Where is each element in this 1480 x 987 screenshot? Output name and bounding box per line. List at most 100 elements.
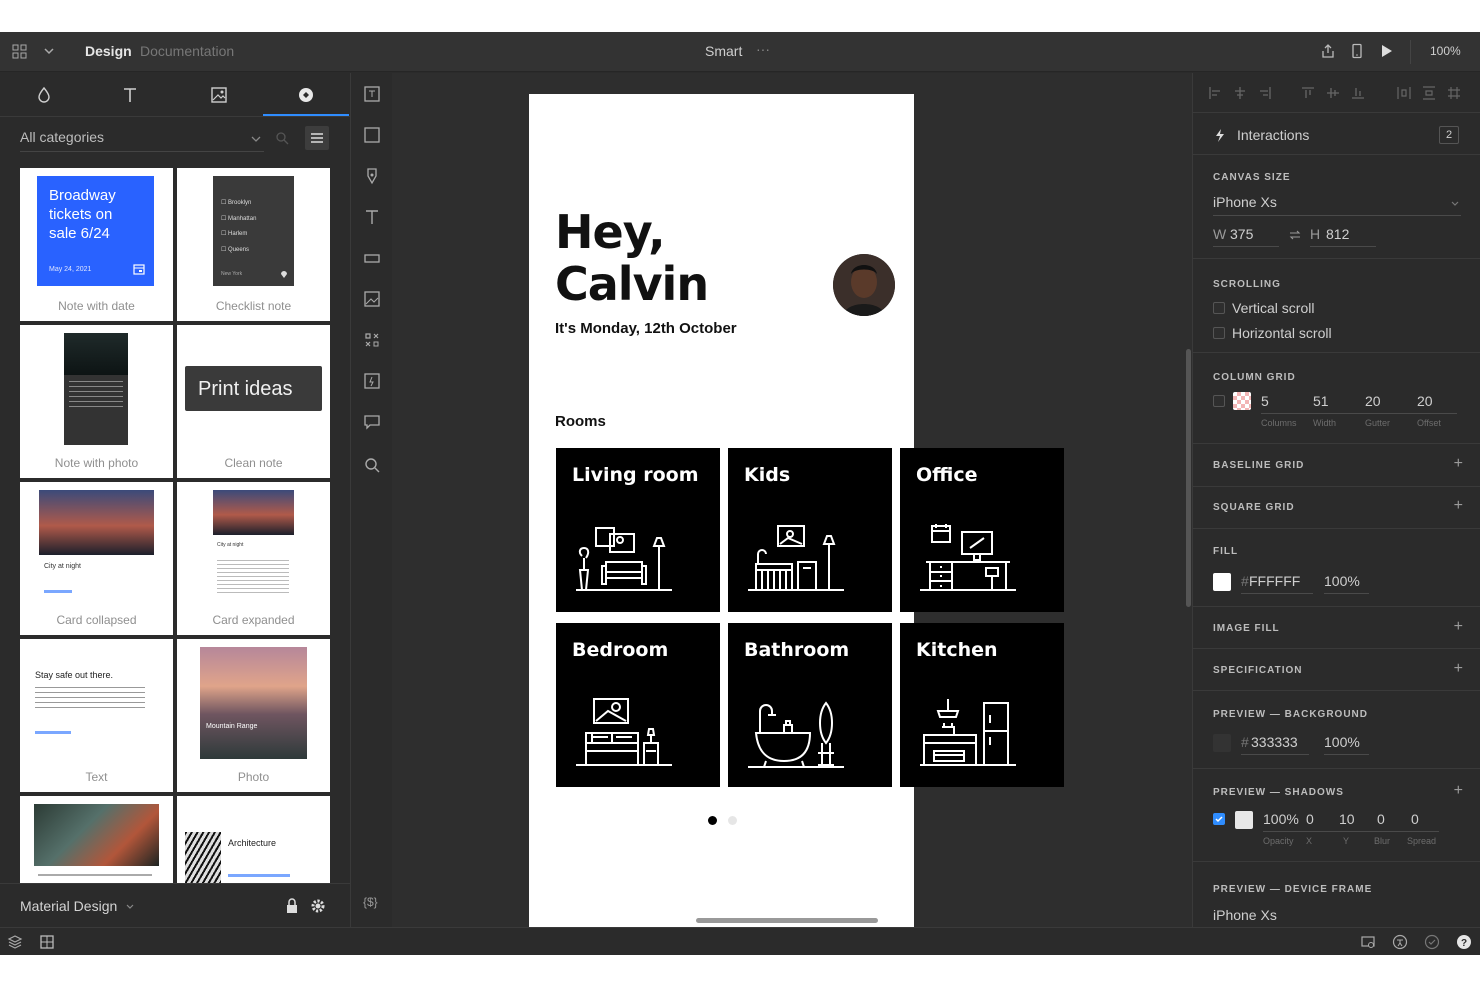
baseline-grid-section[interactable]: BASELINE GRID +: [1193, 444, 1480, 487]
align-top-icon[interactable]: [1301, 86, 1315, 100]
component-tile-card-expanded[interactable]: City at night Card expanded: [177, 482, 330, 635]
component-tile-card-collapsed[interactable]: City at night Card collapsed: [20, 482, 173, 635]
chevron-down-icon[interactable]: [1450, 199, 1460, 209]
status-check-icon[interactable]: [1424, 934, 1440, 950]
component-tool-icon[interactable]: [362, 330, 382, 350]
fill-color-swatch[interactable]: [1213, 573, 1231, 591]
component-tile-note-with-date[interactable]: Broadway tickets on sale 6/24 May 24, 20…: [20, 168, 173, 321]
page-dot[interactable]: [728, 816, 737, 825]
horizontal-scroll-checkbox[interactable]: [1213, 327, 1225, 339]
component-tile-checklist-note[interactable]: ☐ Brooklyn ☐ Manhattan ☐ Harlem ☐ Queens…: [177, 168, 330, 321]
mode-documentation-tab[interactable]: Documentation: [140, 43, 234, 59]
pen-tool-icon[interactable]: [362, 166, 382, 186]
shadow-y-input[interactable]: 10: [1339, 811, 1355, 827]
align-bottom-icon[interactable]: [1351, 86, 1365, 100]
align-middle-icon[interactable]: [1326, 86, 1340, 100]
add-shadow-button[interactable]: +: [1454, 782, 1463, 800]
link-dimensions-icon[interactable]: [1289, 229, 1301, 241]
preview-settings-icon[interactable]: [1360, 934, 1376, 950]
search-icon[interactable]: [275, 131, 289, 145]
search-icon[interactable]: [362, 455, 382, 475]
distribute-vertical-icon[interactable]: [1422, 86, 1436, 100]
layers-icon[interactable]: [7, 934, 23, 950]
lock-icon[interactable]: [285, 898, 299, 914]
accessibility-icon[interactable]: [1392, 934, 1408, 950]
text-styles-icon[interactable]: [120, 85, 140, 105]
interactions-section[interactable]: Interactions 2: [1193, 114, 1480, 155]
comment-tool-icon[interactable]: [362, 412, 382, 432]
component-tile-photo-caption[interactable]: [20, 796, 173, 883]
add-square-grid-button[interactable]: +: [1454, 497, 1463, 515]
preview-background-hex-input[interactable]: 333333: [1251, 734, 1298, 750]
play-icon[interactable]: [1378, 43, 1394, 59]
shadow-spread-input[interactable]: 0: [1411, 811, 1419, 827]
chevron-down-icon[interactable]: [250, 133, 262, 145]
shadow-blur-input[interactable]: 0: [1377, 811, 1385, 827]
share-icon[interactable]: [1320, 43, 1336, 59]
preview-background-opacity-input[interactable]: 100%: [1324, 734, 1360, 750]
components-icon[interactable]: [296, 85, 316, 105]
shadow-opacity-input[interactable]: 100%: [1263, 811, 1299, 827]
add-image-fill-button[interactable]: +: [1454, 618, 1463, 636]
device-select[interactable]: iPhone Xs: [1213, 194, 1277, 210]
shadow-color-swatch[interactable]: [1235, 811, 1253, 829]
document-title[interactable]: Smart: [705, 43, 742, 59]
list-view-button[interactable]: [305, 126, 329, 150]
chevron-down-icon[interactable]: [125, 902, 135, 912]
add-baseline-grid-button[interactable]: +: [1454, 455, 1463, 473]
device-preview-icon[interactable]: [1349, 43, 1365, 59]
align-left-icon[interactable]: [1208, 86, 1222, 100]
square-grid-section[interactable]: SQUARE GRID +: [1193, 487, 1480, 529]
room-card-bathroom[interactable]: Bathroom: [728, 623, 892, 787]
mode-design-tab[interactable]: Design: [85, 43, 132, 59]
column-grid-checkbox[interactable]: [1213, 395, 1225, 407]
zoom-level[interactable]: 100%: [1430, 44, 1461, 58]
category-select[interactable]: All categories: [20, 129, 104, 145]
gear-icon[interactable]: [310, 898, 326, 914]
help-icon[interactable]: ?: [1456, 934, 1472, 950]
gutter-input[interactable]: 20: [1365, 393, 1381, 409]
device-frame-select[interactable]: iPhone Xs: [1213, 907, 1277, 923]
height-input[interactable]: 812: [1326, 226, 1349, 242]
apps-grid-icon[interactable]: [12, 44, 28, 60]
component-tile-note-with-photo[interactable]: Note with photo: [20, 325, 173, 478]
page-dot-active[interactable]: [708, 816, 717, 825]
component-tile-architecture[interactable]: Architecture: [177, 796, 330, 883]
color-drop-icon[interactable]: [34, 85, 54, 105]
artboard-tool-icon[interactable]: [362, 84, 382, 104]
text-tool-icon[interactable]: [362, 207, 382, 227]
shadow-x-input[interactable]: 0: [1306, 811, 1314, 827]
image-assets-icon[interactable]: [209, 85, 229, 105]
width-input[interactable]: 375: [1230, 226, 1253, 242]
shadow-enabled-checkbox[interactable]: [1213, 813, 1225, 825]
document-more-button[interactable]: ···: [756, 41, 770, 57]
component-tile-clean-note[interactable]: Print ideas Clean note: [177, 325, 330, 478]
room-card-kitchen[interactable]: Kitchen: [900, 623, 1064, 787]
component-tile-photo[interactable]: Mountain Range Photo: [177, 639, 330, 792]
fill-hex-input[interactable]: FFFFFF: [1249, 573, 1300, 589]
tidy-up-icon[interactable]: [1447, 86, 1461, 100]
image-tool-icon[interactable]: [362, 289, 382, 309]
preview-background-swatch[interactable]: [1213, 734, 1231, 752]
room-card-office[interactable]: Office: [900, 448, 1064, 612]
room-card-bedroom[interactable]: Bedroom: [556, 623, 720, 787]
chevron-down-icon[interactable]: [42, 44, 56, 58]
specification-section[interactable]: SPECIFICATION +: [1193, 649, 1480, 691]
offset-input[interactable]: 20: [1417, 393, 1433, 409]
variables-button[interactable]: {$}: [363, 895, 378, 909]
add-specification-button[interactable]: +: [1454, 660, 1463, 678]
image-fill-section[interactable]: IMAGE FILL +: [1193, 607, 1480, 649]
grid-color-swatch[interactable]: [1233, 392, 1251, 410]
align-center-icon[interactable]: [1233, 86, 1247, 100]
button-tool-icon[interactable]: [362, 248, 382, 268]
canvas-vertical-scrollbar[interactable]: [1186, 349, 1191, 607]
room-card-living-room[interactable]: Living room: [556, 448, 720, 612]
artboard-iphone[interactable]: Hey, Calvin It's Monday, 12th October Ro…: [529, 94, 1064, 927]
hotspot-tool-icon[interactable]: [362, 371, 382, 391]
component-tile-text[interactable]: Stay safe out there. Text: [20, 639, 173, 792]
assets-icon[interactable]: [39, 934, 55, 950]
library-select[interactable]: Material Design: [20, 898, 117, 914]
align-right-icon[interactable]: [1258, 86, 1272, 100]
column-width-input[interactable]: 51: [1313, 393, 1329, 409]
design-canvas[interactable]: Hey, Calvin It's Monday, 12th October Ro…: [392, 73, 1192, 927]
